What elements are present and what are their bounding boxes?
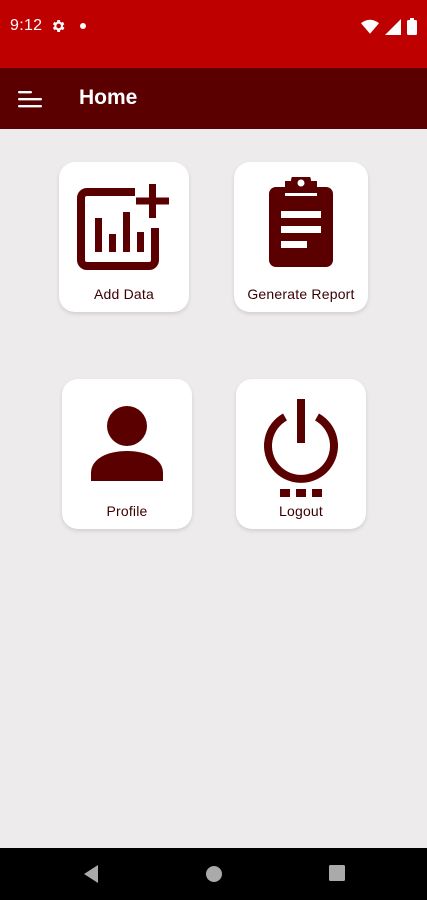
clipboard-icon: [269, 177, 333, 267]
signal-icon: [385, 18, 401, 35]
status-bar: 9:12: [0, 0, 427, 68]
home-icon: [206, 866, 222, 882]
add-data-label: Add Data: [94, 286, 154, 302]
add-data-tile[interactable]: Add Data: [59, 162, 189, 312]
notification-dot-icon: [80, 23, 86, 29]
app-bar: Home: [0, 68, 427, 129]
power-icon: [264, 399, 338, 497]
home-button[interactable]: [205, 865, 223, 888]
profile-tile[interactable]: Profile: [62, 379, 192, 529]
person-icon: [91, 406, 163, 481]
status-right-icons: [361, 18, 417, 35]
battery-icon: [407, 18, 417, 35]
add-chart-icon: [77, 184, 169, 270]
menu-button[interactable]: [14, 85, 46, 113]
back-button[interactable]: [82, 864, 100, 889]
back-icon: [84, 865, 98, 883]
profile-label: Profile: [106, 503, 148, 519]
status-time: 9:12: [10, 17, 43, 34]
page-title: Home: [79, 86, 138, 109]
status-left-icons: [50, 18, 86, 34]
generate-report-tile[interactable]: Generate Report: [234, 162, 368, 312]
gear-icon: [52, 20, 65, 32]
recents-icon: [329, 865, 345, 881]
navigation-bar: [0, 848, 427, 900]
menu-icon: [18, 91, 42, 108]
logout-label: Logout: [278, 503, 324, 519]
logout-tile[interactable]: Logout: [236, 379, 366, 529]
generate-report-label: Generate Report: [247, 286, 355, 302]
wifi-icon: [361, 19, 379, 34]
recents-button[interactable]: [329, 865, 345, 886]
